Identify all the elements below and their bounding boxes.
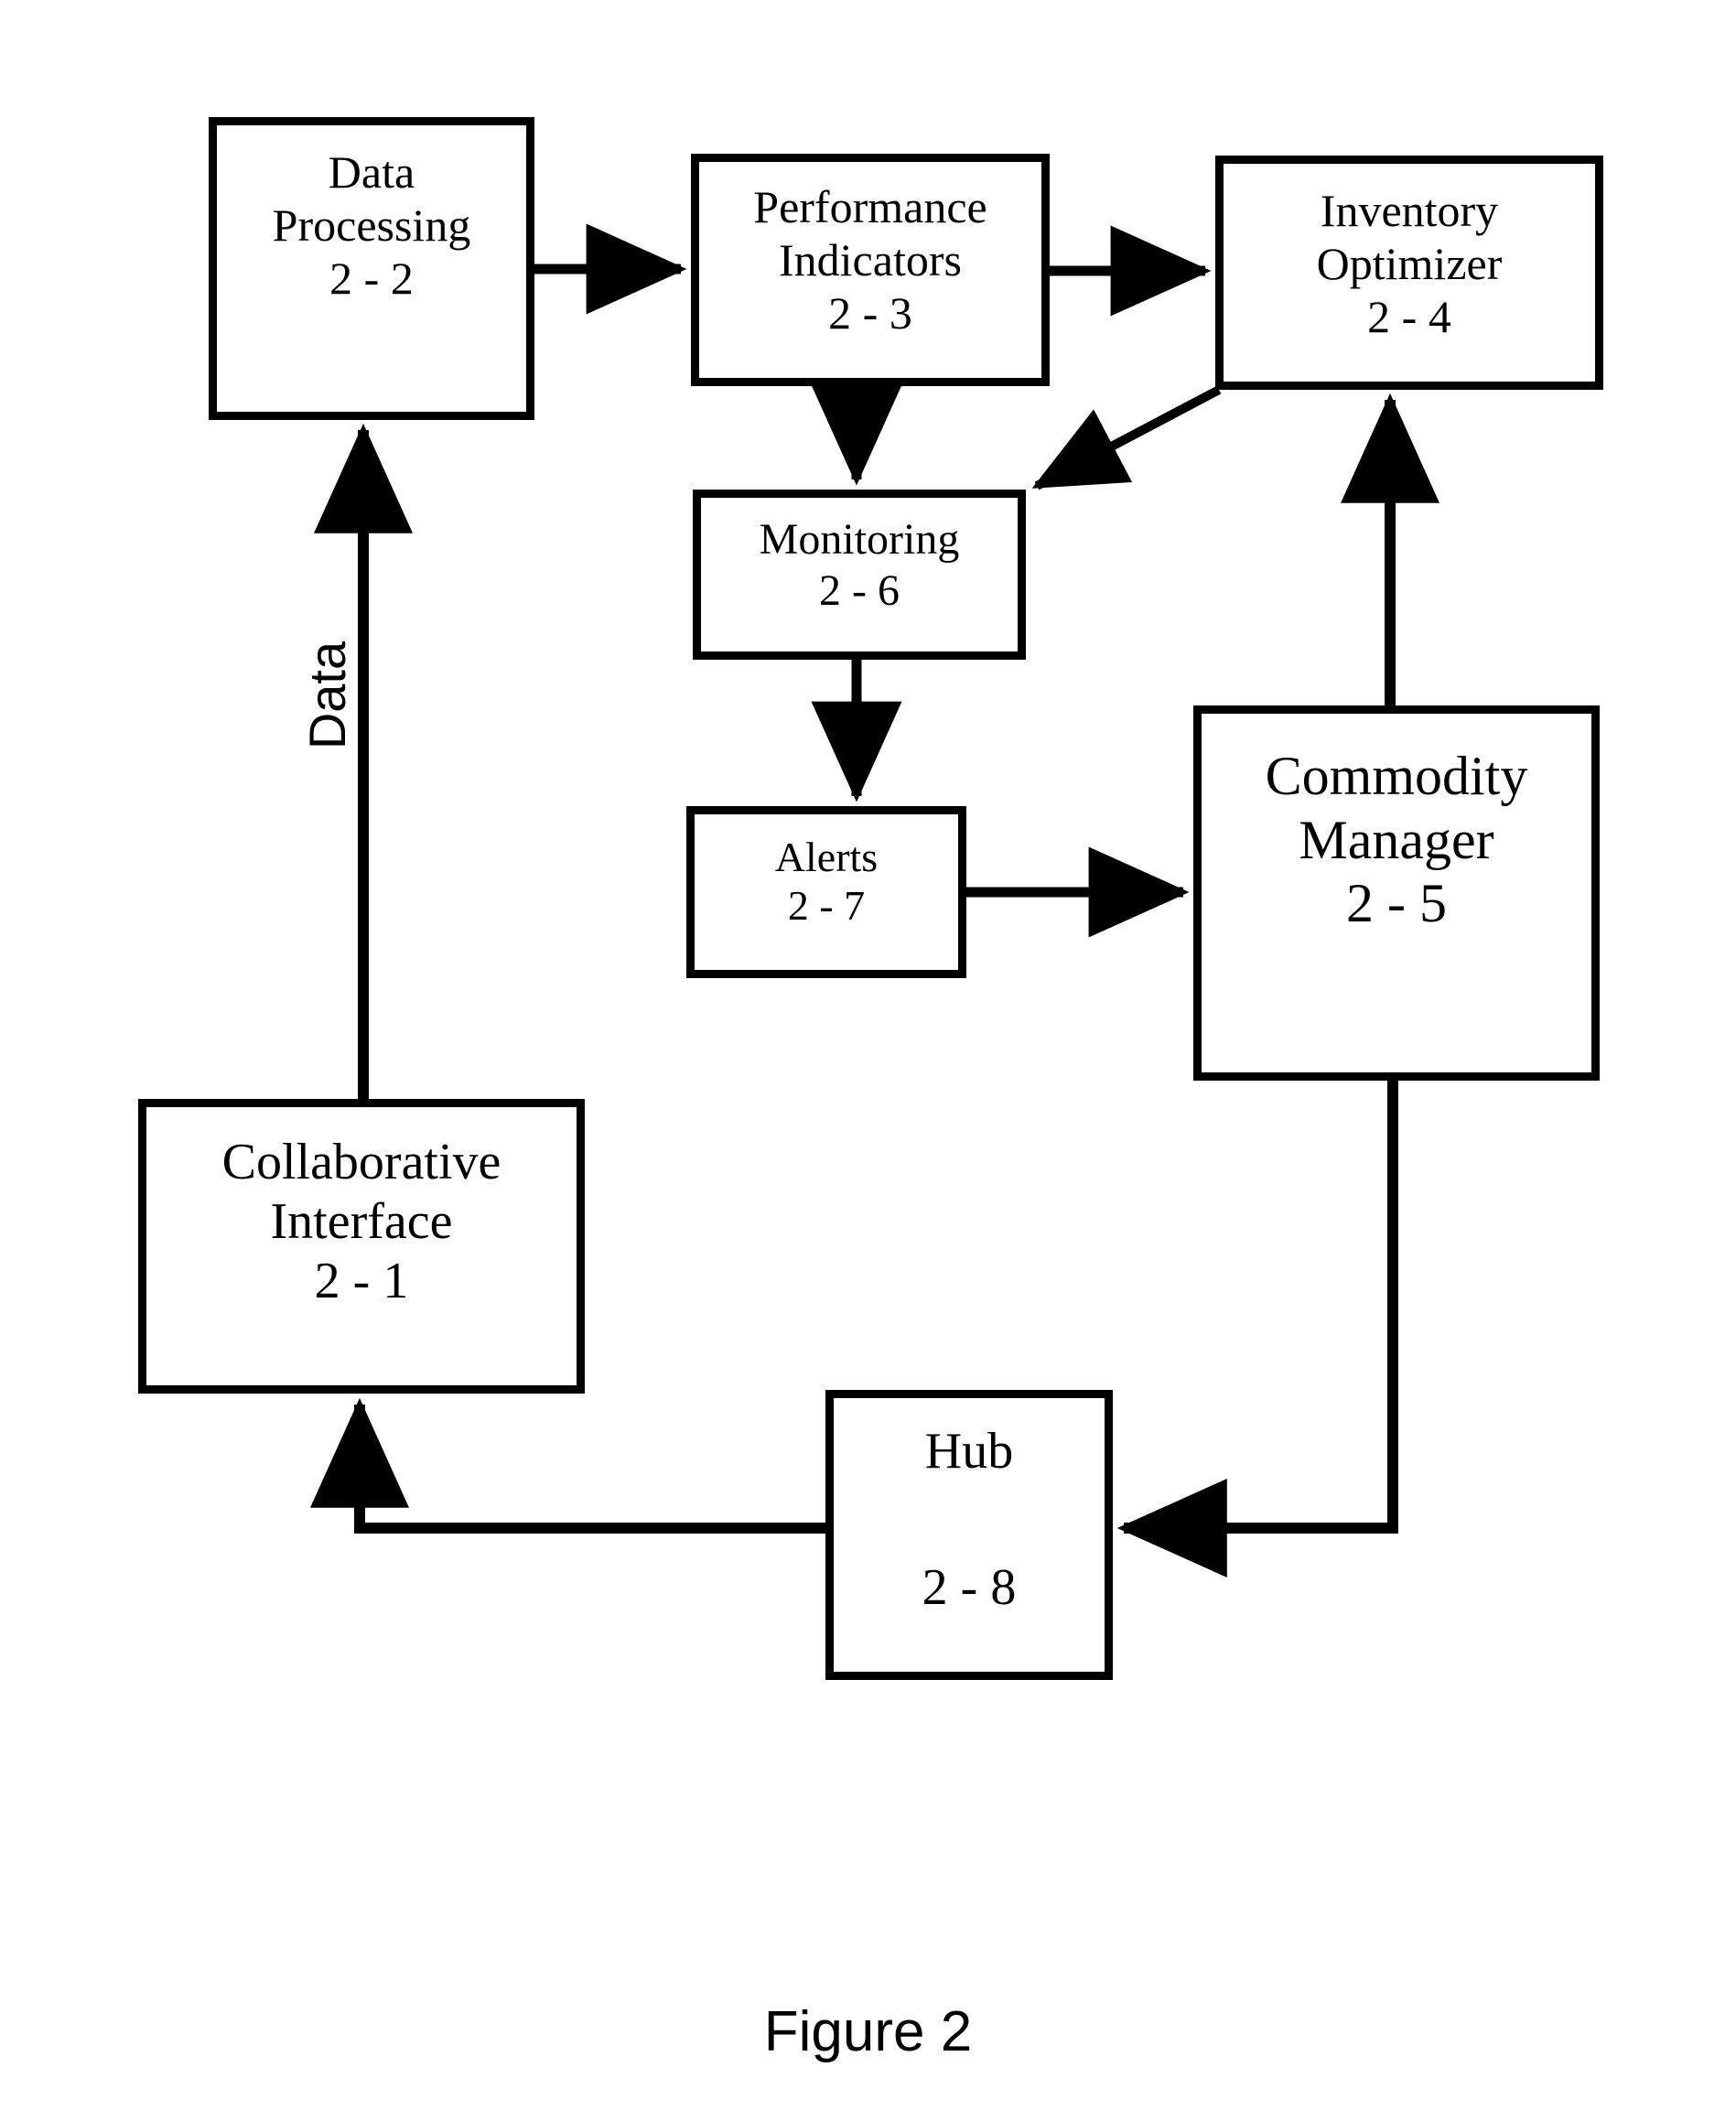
edge-inventory-optimizer-to-monitoring (1031, 385, 1222, 490)
node-performance-indicators-ref: 2 - 3 (828, 287, 912, 339)
node-data-processing-label: Data Processing (272, 146, 471, 251)
node-performance-indicators[interactable]: Performance Indicators 2 - 3 (691, 154, 1050, 386)
node-data-processing-ref: 2 - 2 (329, 253, 414, 304)
node-inventory-optimizer[interactable]: Inventory Optimizer 2 - 4 (1215, 156, 1603, 390)
figure-caption: Figure 2 (763, 2000, 973, 2063)
node-hub[interactable]: Hub 2 - 8 (825, 1390, 1113, 1680)
node-alerts-label: Alerts (774, 834, 879, 880)
edge-commodity-manager-to-hub (1116, 1081, 1398, 1577)
node-data-processing[interactable]: Data Processing 2 - 2 (209, 117, 534, 420)
node-collaborative-interface[interactable]: Collaborative Interface 2 - 1 (138, 1099, 585, 1394)
figure-page: Data Processing 2 - 2 Performance Indica… (0, 0, 1736, 2121)
node-commodity-manager-ref: 2 - 5 (1346, 873, 1447, 934)
node-alerts[interactable]: Alerts 2 - 7 (686, 806, 966, 978)
node-commodity-manager-label: Commodity Manager (1265, 746, 1528, 870)
node-performance-indicators-label: Performance Indicators (753, 181, 987, 285)
edge-hub-to-collaborative-interface (310, 1397, 825, 1534)
node-collaborative-interface-label: Collaborative Interface (221, 1134, 501, 1250)
node-hub-label: Hub (924, 1423, 1014, 1480)
node-hub-ref: 2 - 8 (922, 1558, 1017, 1616)
node-inventory-optimizer-label: Inventory Optimizer (1316, 185, 1503, 289)
edge-label-data: Data (298, 641, 356, 750)
node-monitoring-ref: 2 - 6 (819, 565, 900, 615)
node-commodity-manager[interactable]: Commodity Manager 2 - 5 (1193, 705, 1600, 1081)
node-collaborative-interface-ref: 2 - 1 (314, 1252, 409, 1309)
node-monitoring[interactable]: Monitoring 2 - 6 (693, 490, 1026, 660)
node-inventory-optimizer-ref: 2 - 4 (1367, 291, 1451, 342)
node-monitoring-label: Monitoring (759, 515, 960, 564)
node-alerts-ref: 2 - 7 (787, 882, 866, 930)
